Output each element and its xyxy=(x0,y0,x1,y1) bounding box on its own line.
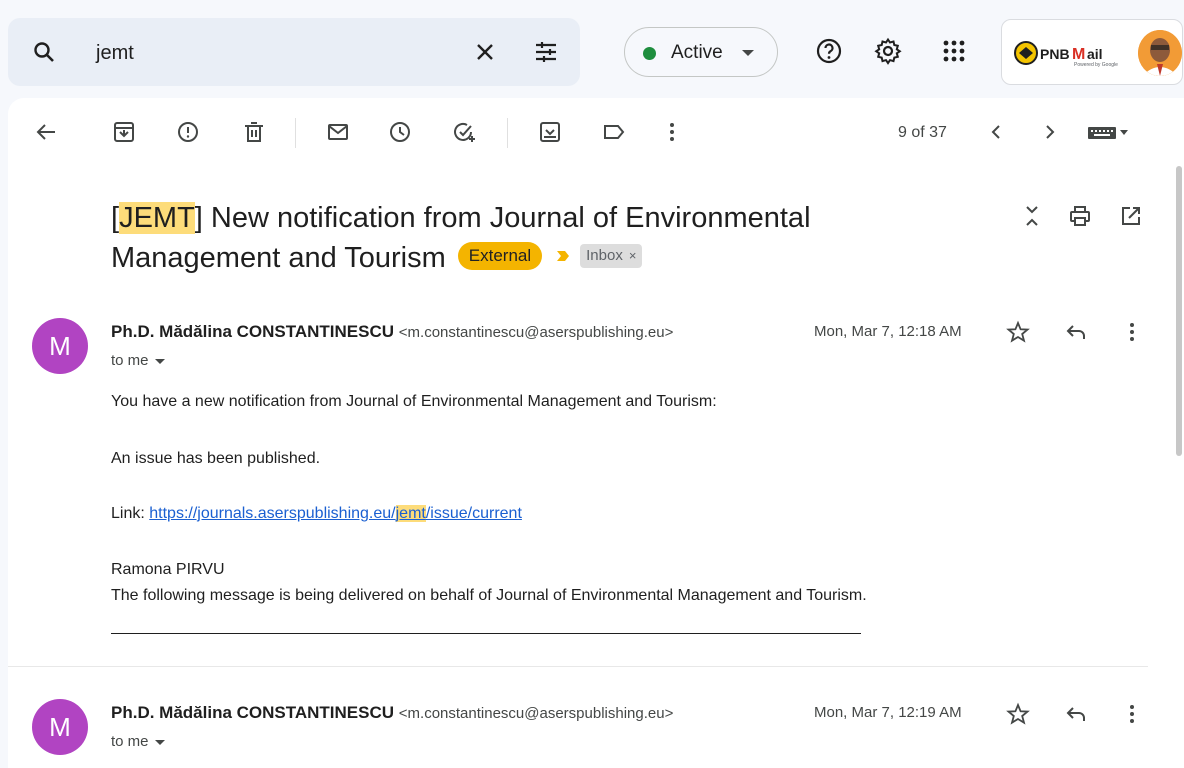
more-vert-icon[interactable] xyxy=(660,120,684,144)
pnbmail-logo: PNB M ail Powered by Google xyxy=(1014,41,1118,68)
horizontal-rule xyxy=(111,633,861,634)
body-link-line: Link: https://journals.aserspublishing.e… xyxy=(111,505,522,522)
sender-avatar[interactable]: M xyxy=(32,699,88,755)
delete-icon[interactable] xyxy=(242,120,266,144)
svg-text:PNB: PNB xyxy=(1040,46,1070,62)
star-icon[interactable] xyxy=(1006,320,1030,344)
remove-label-icon[interactable]: × xyxy=(629,248,637,263)
scrollbar[interactable] xyxy=(1176,166,1182,456)
help-icon[interactable] xyxy=(815,37,843,65)
sender-avatar[interactable]: M xyxy=(32,318,88,374)
importance-marker-icon[interactable] xyxy=(556,249,570,263)
back-arrow-icon[interactable] xyxy=(34,120,58,144)
snooze-clock-icon[interactable] xyxy=(388,120,412,144)
older-chevron-icon[interactable] xyxy=(1038,120,1062,144)
body-footer: The following message is being delivered… xyxy=(111,587,867,604)
sender-name[interactable]: Ph.D. Mădălina CONSTANTINESCU xyxy=(111,322,394,341)
input-tools-keyboard-icon[interactable] xyxy=(1086,120,1134,144)
chevron-down-icon xyxy=(154,358,165,364)
search-icon[interactable] xyxy=(32,40,56,64)
subject-highlight: JEMT xyxy=(119,202,195,234)
more-options-icon[interactable] xyxy=(1120,702,1144,726)
message-date[interactable]: Mon, Mar 7, 12:18 AM xyxy=(814,323,962,340)
account-brand[interactable]: PNB M ail Powered by Google xyxy=(1001,19,1183,85)
message-date[interactable]: Mon, Mar 7, 12:19 AM xyxy=(814,704,962,721)
print-icon[interactable] xyxy=(1068,204,1092,228)
label-icon[interactable] xyxy=(602,120,626,144)
message-divider xyxy=(8,666,1148,667)
pagination-count: 9 of 37 xyxy=(898,124,947,141)
chevron-down-icon xyxy=(154,739,165,745)
svg-text:M: M xyxy=(1072,46,1085,63)
body-text: You have a new notification from Journal… xyxy=(111,393,717,410)
svg-text:Powered by Google: Powered by Google xyxy=(1074,62,1118,68)
reply-icon[interactable] xyxy=(1064,320,1088,344)
toolbar-divider xyxy=(295,118,296,148)
body-signer: Ramona PIRVU xyxy=(111,561,225,578)
search-input[interactable]: jemt xyxy=(96,42,134,65)
status-dropdown[interactable]: Active xyxy=(624,27,778,77)
archive-icon[interactable] xyxy=(112,120,136,144)
body-text: An issue has been published. xyxy=(111,450,321,467)
sender-line: Ph.D. Mădălina CONSTANTINESCU <m.constan… xyxy=(111,703,673,723)
star-icon[interactable] xyxy=(1006,702,1030,726)
svg-text:ail: ail xyxy=(1087,46,1103,62)
add-to-tasks-icon[interactable] xyxy=(452,120,476,144)
chevron-down-icon xyxy=(742,50,754,56)
issue-link[interactable]: https://journals.aserspublishing.eu/jemt… xyxy=(149,505,522,522)
clear-search-icon[interactable] xyxy=(474,41,496,63)
sender-line: Ph.D. Mădălina CONSTANTINESCU <m.constan… xyxy=(111,322,673,342)
move-to-icon[interactable] xyxy=(538,120,562,144)
status-dot xyxy=(643,47,656,60)
report-spam-icon[interactable] xyxy=(176,120,200,144)
user-avatar[interactable] xyxy=(1138,30,1182,76)
reply-icon[interactable] xyxy=(1064,702,1088,726)
external-badge: External xyxy=(457,242,543,271)
apps-grid-icon[interactable] xyxy=(940,37,968,65)
collapse-all-icon[interactable] xyxy=(1020,204,1044,228)
sender-address: <m.constantinescu@aserspublishing.eu> xyxy=(398,324,674,341)
top-bar: jemt Active PNB M ail Powered by Google xyxy=(0,0,1184,96)
newer-chevron-icon[interactable] xyxy=(984,120,1008,144)
mark-unread-icon[interactable] xyxy=(326,120,350,144)
more-options-icon[interactable] xyxy=(1120,320,1144,344)
toolbar-divider xyxy=(507,118,508,148)
recipient-dropdown[interactable]: to me xyxy=(111,352,165,369)
message-panel: 9 of 37 [JEMT] New notification from Jou… xyxy=(8,98,1184,768)
settings-gear-icon[interactable] xyxy=(874,37,902,65)
email-subject: [JEMT] New notification from Journal of … xyxy=(111,202,811,274)
inbox-label[interactable]: Inbox × xyxy=(580,244,643,269)
sender-name[interactable]: Ph.D. Mădălina CONSTANTINESCU xyxy=(111,703,394,722)
sender-address: <m.constantinescu@aserspublishing.eu> xyxy=(398,705,674,722)
search-bar[interactable]: jemt xyxy=(8,18,580,86)
recipient-dropdown[interactable]: to me xyxy=(111,733,165,750)
open-in-new-window-icon[interactable] xyxy=(1119,204,1143,228)
status-label: Active xyxy=(671,42,723,63)
search-options-icon[interactable] xyxy=(534,40,558,64)
